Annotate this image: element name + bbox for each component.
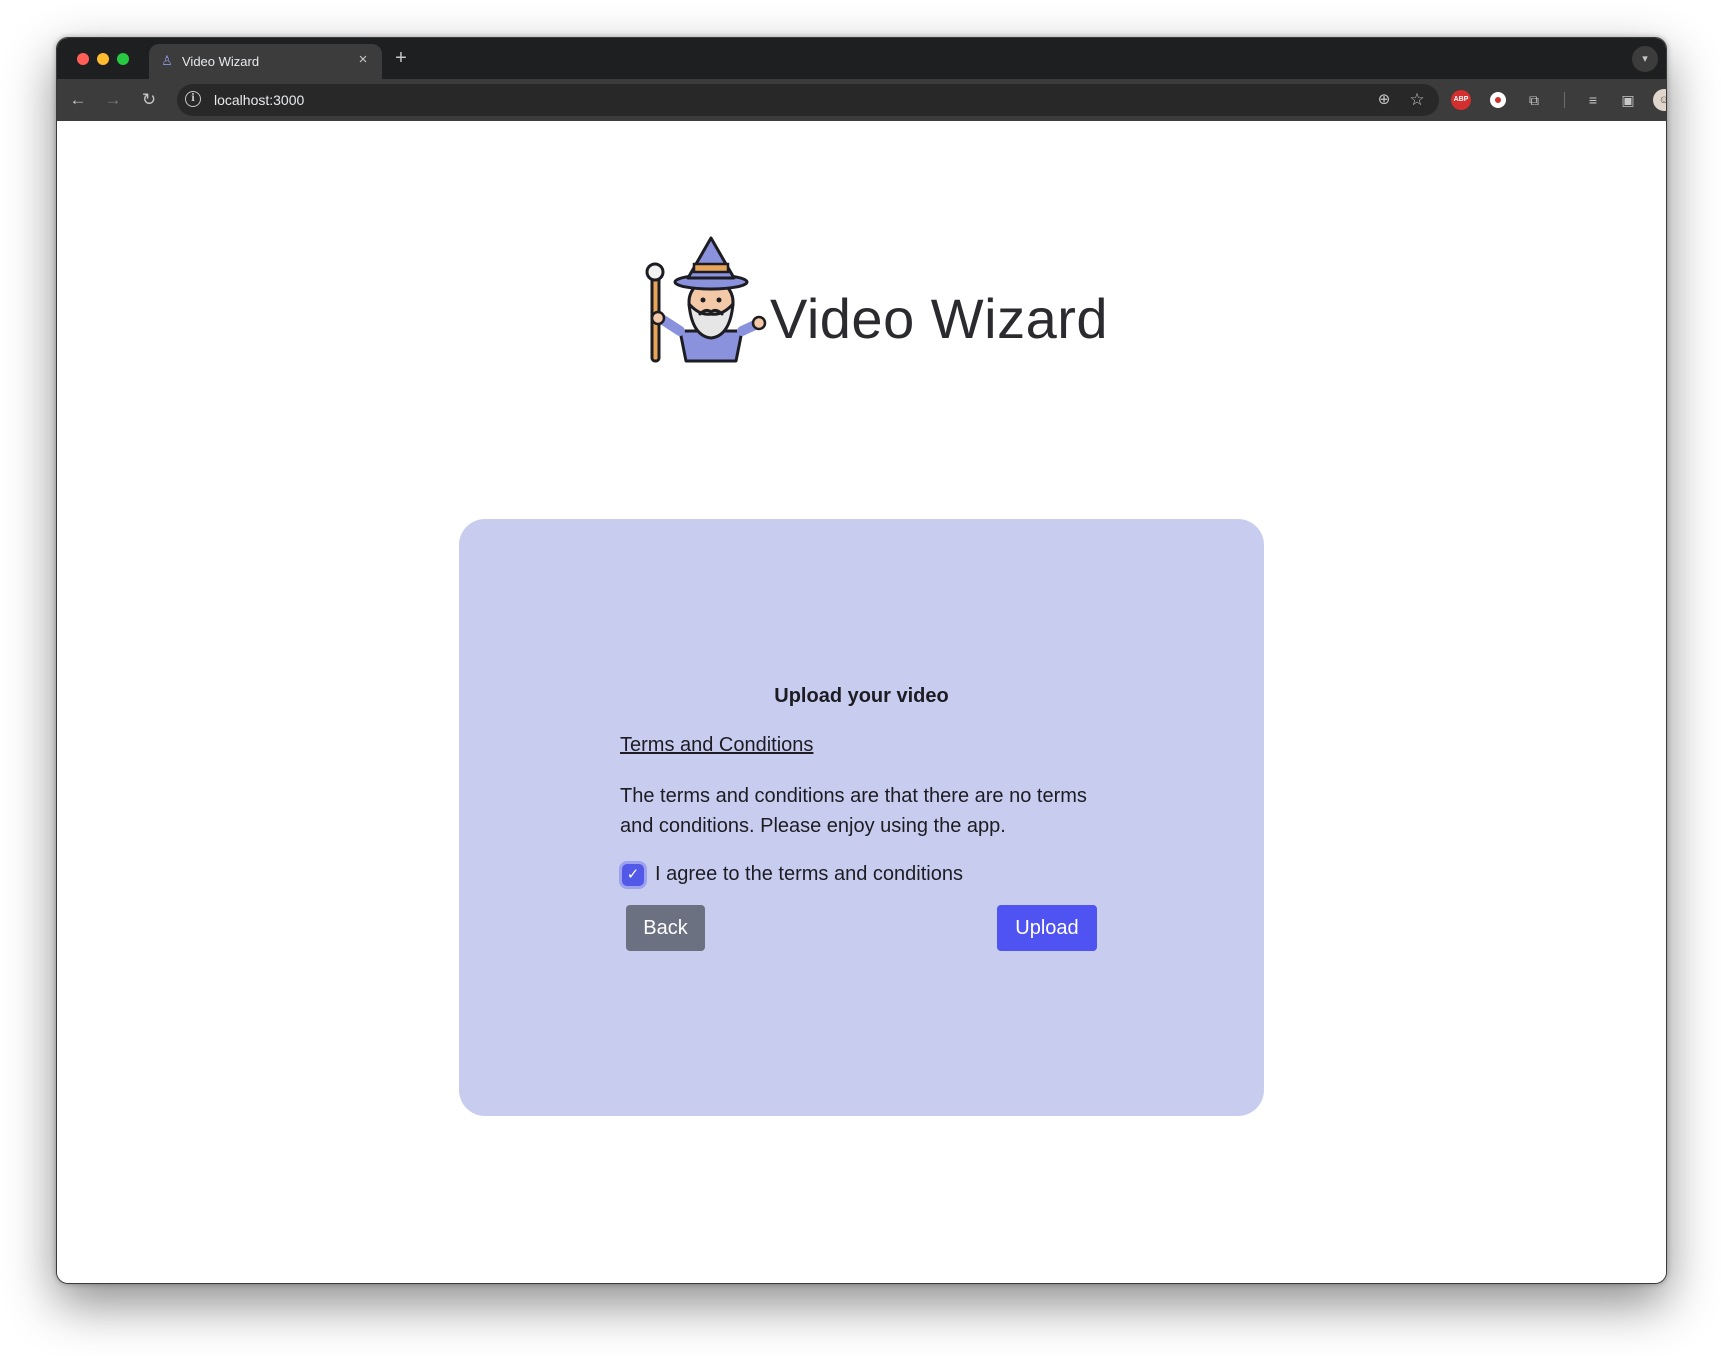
- app-title: Video Wizard: [770, 287, 1109, 350]
- terms-text: The terms and conditions are that there …: [620, 785, 1087, 837]
- profile-avatar-icon[interactable]: ☺: [1653, 89, 1666, 111]
- extensions-puzzle-icon[interactable]: ⧉: [1523, 89, 1545, 111]
- url-text[interactable]: localhost:3000: [214, 92, 304, 108]
- forward-arrow-icon[interactable]: →: [101, 88, 125, 112]
- tab-close-icon[interactable]: ×: [354, 51, 372, 69]
- agree-label[interactable]: I agree to the terms and conditions: [655, 863, 963, 886]
- tab-search-chevron-icon[interactable]: ▾: [1632, 46, 1658, 72]
- media-control-icon[interactable]: ≡: [1582, 89, 1604, 111]
- wizard-logo-icon: [642, 236, 772, 366]
- checkmark-icon: ✓: [626, 866, 640, 883]
- side-panel-icon[interactable]: ▣: [1617, 89, 1639, 111]
- browser-window: ♙ Video Wizard × + ▾ ← → ↻ i localhost:3…: [56, 37, 1667, 1284]
- zoom-icon[interactable]: ⊕: [1374, 90, 1394, 110]
- terms-link[interactable]: Terms and Conditions: [620, 734, 813, 757]
- tab-strip: ♙ Video Wizard × + ▾: [57, 38, 1666, 79]
- upload-card: Upload your video Terms and Conditions T…: [459, 519, 1264, 1116]
- wizard-favicon-icon: ♙: [161, 53, 173, 68]
- new-tab-button[interactable]: +: [390, 47, 412, 69]
- star-icon[interactable]: ☆: [1407, 90, 1427, 110]
- record-icon[interactable]: [1487, 89, 1509, 111]
- reload-icon[interactable]: ↻: [137, 88, 161, 112]
- maximize-window-button[interactable]: [117, 53, 129, 65]
- tab-title: Video Wizard: [182, 54, 260, 69]
- browser-toolbar: ← → ↻ i localhost:3000 ⊕ ☆ ABP ⧉ ≡ ▣ ☺ ⋮: [57, 79, 1666, 121]
- back-button[interactable]: Back: [626, 905, 705, 951]
- page-content: Video Wizard Upload your video Terms and…: [57, 121, 1666, 1283]
- minimize-window-button[interactable]: [97, 53, 109, 65]
- adblock-plus-icon[interactable]: ABP: [1451, 90, 1471, 110]
- agree-checkbox[interactable]: ✓: [622, 864, 644, 886]
- close-window-button[interactable]: [77, 53, 89, 65]
- back-arrow-icon[interactable]: ←: [66, 88, 90, 112]
- upload-heading: Upload your video: [774, 685, 949, 707]
- upload-button[interactable]: Upload: [997, 905, 1097, 951]
- tab-video-wizard[interactable]: ♙ Video Wizard ×: [149, 44, 382, 79]
- site-info-icon[interactable]: i: [185, 91, 201, 107]
- toolbar-divider: [1564, 92, 1565, 108]
- address-bar[interactable]: i localhost:3000 ⊕ ☆: [177, 84, 1439, 116]
